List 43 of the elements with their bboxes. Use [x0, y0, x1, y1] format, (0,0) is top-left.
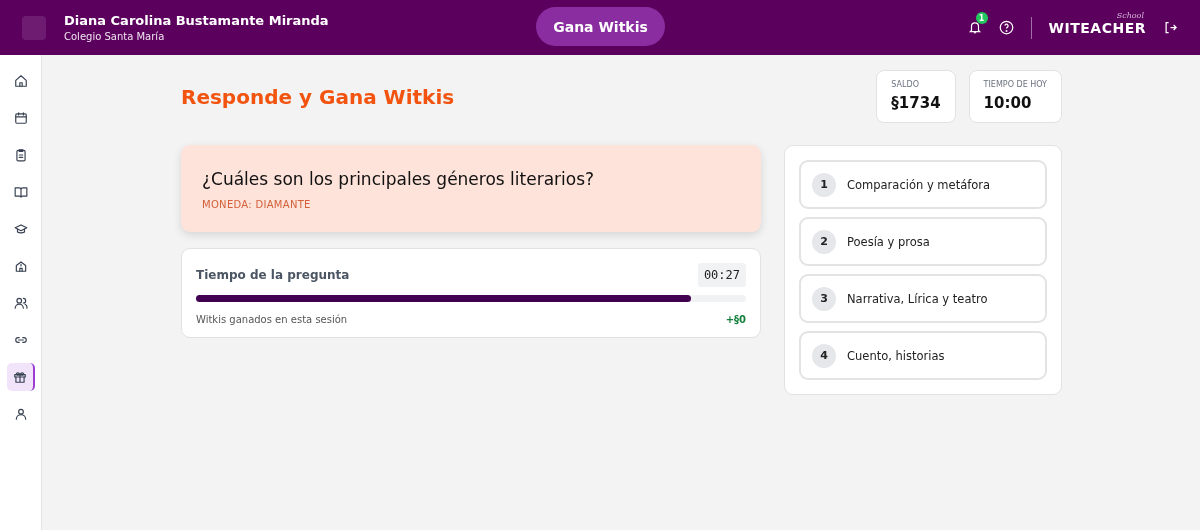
user-name: Diana Carolina Bustamante Miranda — [64, 13, 329, 28]
stat-value: 10:00 — [983, 94, 1033, 112]
page-title: Responde y Gana Witkis — [181, 84, 455, 109]
building-icon — [13, 259, 28, 273]
session-label: Witkis ganados en esta sesión — [196, 314, 348, 325]
option-text: Cuento, historias — [847, 348, 945, 363]
stat-label: TIEMPO DE HOY — [983, 80, 1047, 89]
answer-option[interactable]: 3 Narrativa, Lírica y teatro — [799, 274, 1047, 323]
notification-badge: 1 — [975, 12, 988, 24]
option-text: Comparación y metáfora — [847, 177, 991, 192]
help-icon[interactable] — [998, 20, 1014, 35]
option-number: 2 — [812, 229, 836, 254]
gana-witkis-button[interactable]: Gana Witkis — [536, 7, 665, 46]
answer-option[interactable]: 4 Cuento, historias — [799, 331, 1047, 380]
option-text: Narrativa, Lírica y teatro — [847, 291, 988, 306]
option-number: 1 — [812, 172, 836, 197]
book-icon — [13, 185, 28, 199]
home-icon — [13, 74, 28, 88]
clipboard-icon — [13, 148, 28, 162]
answer-option[interactable]: 2 Poesía y prosa — [799, 217, 1047, 266]
user-icon — [13, 407, 28, 421]
timer-label: Tiempo de la pregunta — [196, 268, 350, 282]
option-number: 4 — [812, 343, 836, 368]
answer-option[interactable]: 1 Comparación y metáfora — [799, 160, 1047, 209]
logo: WITEACHER — [1048, 19, 1146, 36]
option-number: 3 — [812, 286, 836, 311]
sidebar-item[interactable] — [6, 363, 35, 391]
logout-icon[interactable] — [1163, 20, 1178, 35]
bell-icon[interactable] — [967, 20, 982, 35]
stat-label: SALDO — [891, 80, 920, 89]
option-text: Poesía y prosa — [847, 234, 930, 249]
school-name: Colegio Santa María — [64, 31, 166, 42]
question-text: ¿Cuáles son los principales géneros literarios? — [202, 169, 596, 189]
timer-value: 00:27 — [697, 263, 746, 287]
session-value: +§0 — [725, 314, 746, 325]
gift-icon — [12, 370, 27, 384]
calendar-icon — [13, 111, 28, 125]
avatar-icon — [22, 15, 46, 40]
stat-value: §1734 — [891, 94, 941, 112]
logo-tagline: School — [1116, 10, 1144, 20]
coin-label: MONEDA: DIAMANTE — [202, 199, 312, 210]
graduation-cap-icon — [13, 222, 28, 236]
users-icon — [13, 296, 28, 310]
